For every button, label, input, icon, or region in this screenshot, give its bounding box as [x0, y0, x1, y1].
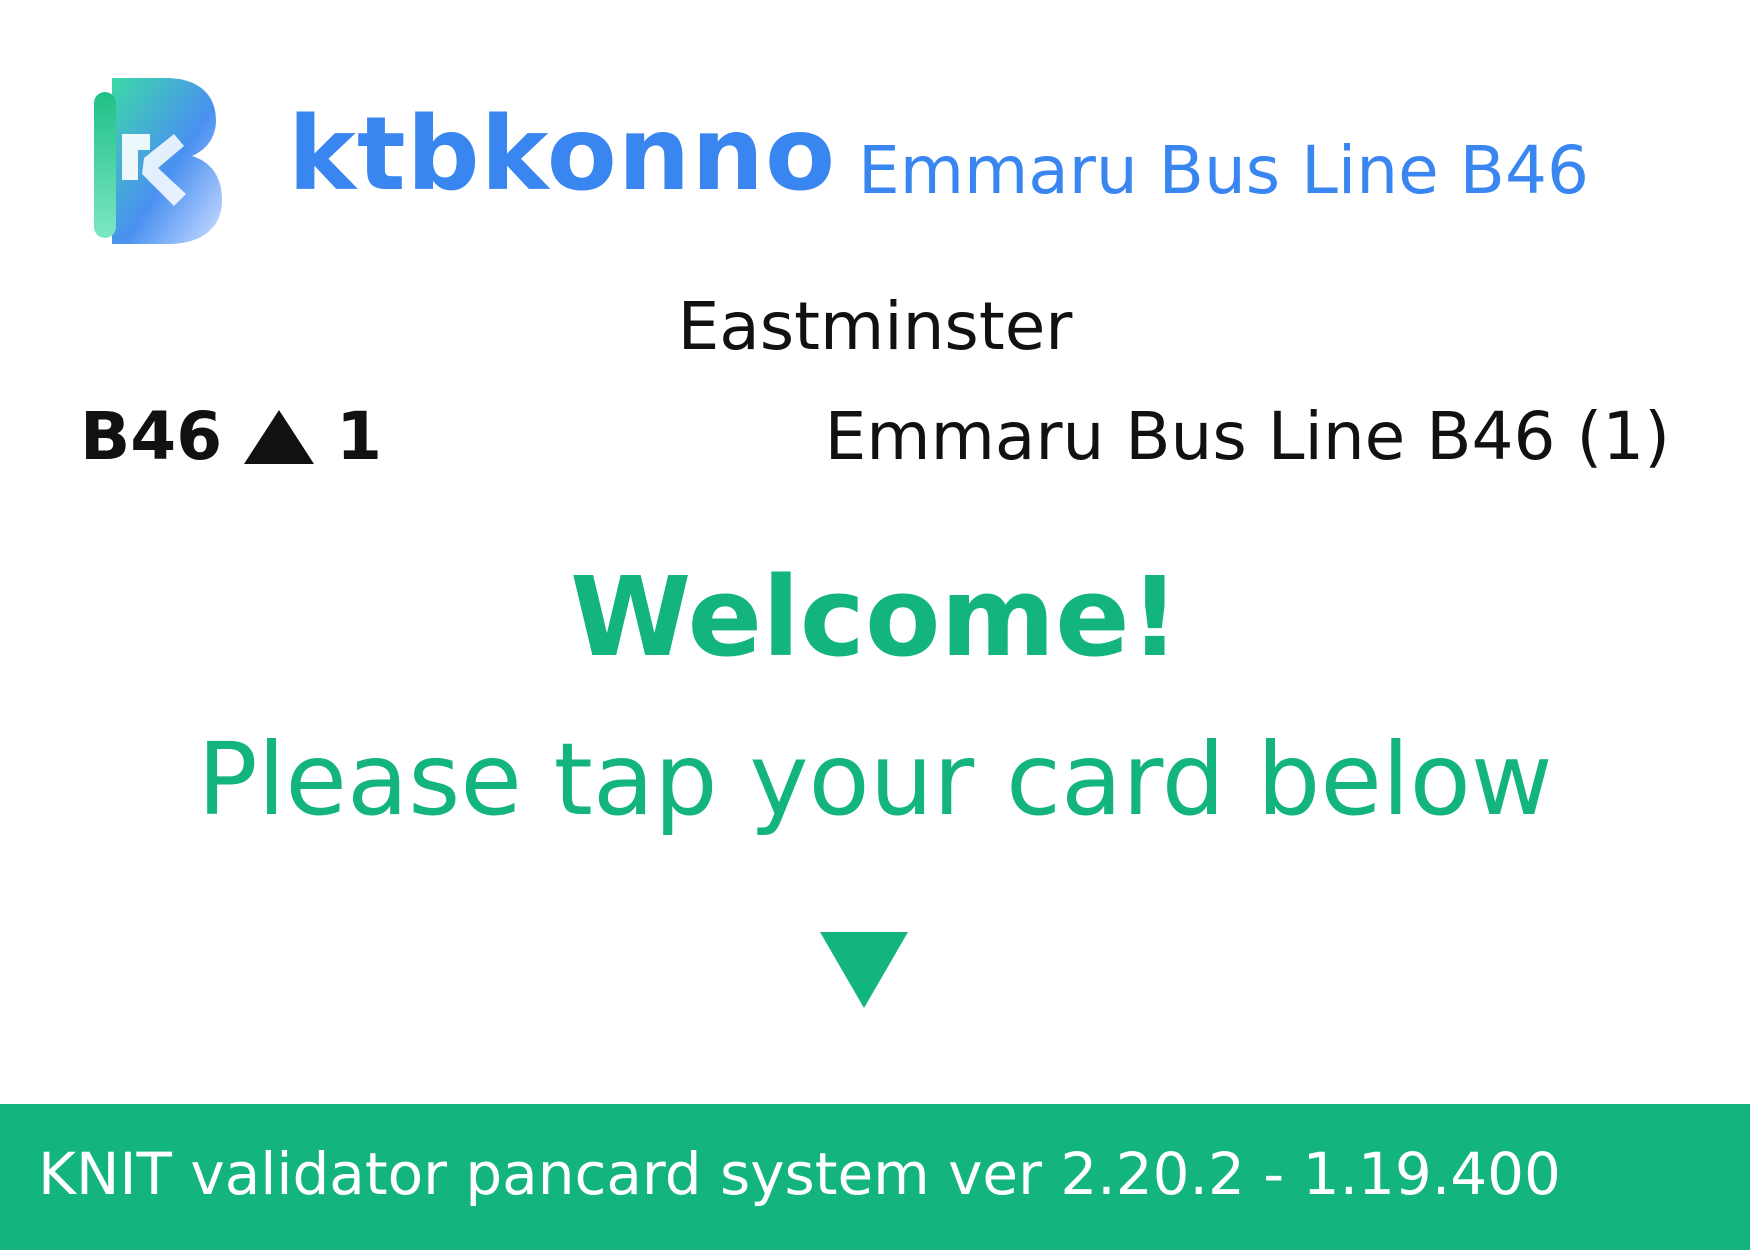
brand-name: ktbkonno: [288, 95, 837, 214]
tap-card-instruction: Please tap your card below: [197, 721, 1553, 838]
validator-screen: ktbkonno Emmaru Bus Line B46 Eastminster…: [0, 0, 1750, 1250]
header-line-name: Emmaru Bus Line B46: [858, 132, 1589, 209]
route-indicator: B46 1: [80, 404, 382, 470]
welcome-message: Welcome!: [570, 553, 1180, 681]
route-full-name: Emmaru Bus Line B46 (1): [824, 398, 1670, 475]
down-triangle-icon: [820, 932, 908, 1008]
up-triangle-icon: [244, 410, 315, 464]
ktbkonno-logo-icon: [88, 74, 224, 248]
route-direction: 1: [336, 398, 383, 475]
route-code: B46: [80, 398, 223, 475]
stop-name: Eastminster: [677, 288, 1073, 365]
system-version-text: KNIT validator pancard system ver 2.20.2…: [38, 1140, 1561, 1208]
